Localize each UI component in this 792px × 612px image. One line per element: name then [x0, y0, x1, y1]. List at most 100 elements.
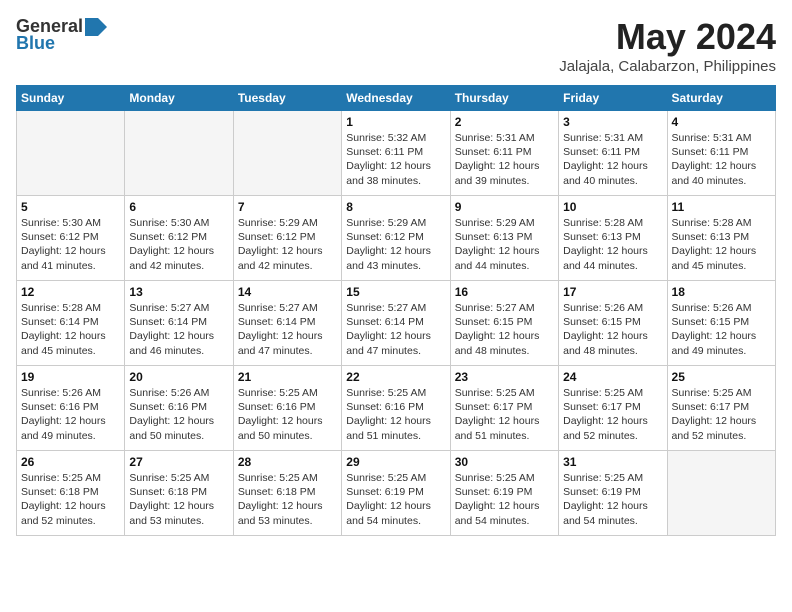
header-row: SundayMondayTuesdayWednesdayThursdayFrid… — [17, 86, 776, 111]
day-number: 6 — [129, 200, 228, 214]
day-info: Sunrise: 5:25 AMSunset: 6:19 PMDaylight:… — [563, 471, 662, 528]
day-info: Sunrise: 5:27 AMSunset: 6:14 PMDaylight:… — [238, 301, 337, 358]
week-row-4: 19 Sunrise: 5:26 AMSunset: 6:16 PMDayligh… — [17, 366, 776, 451]
day-info: Sunrise: 5:25 AMSunset: 6:19 PMDaylight:… — [346, 471, 445, 528]
day-info: Sunrise: 5:25 AMSunset: 6:16 PMDaylight:… — [346, 386, 445, 443]
day-info: Sunrise: 5:27 AMSunset: 6:14 PMDaylight:… — [346, 301, 445, 358]
calendar-cell — [233, 111, 341, 196]
day-number: 18 — [672, 285, 771, 299]
logo: General Blue — [16, 16, 107, 54]
calendar-cell: 21Sunrise: 5:25 AMSunset: 6:16 PMDayligh… — [233, 366, 341, 451]
calendar-cell: 5 Sunrise: 5:30 AMSunset: 6:12 PMDaylight… — [17, 196, 125, 281]
subtitle: Jalajala, Calabarzon, Philippines — [559, 58, 776, 75]
day-number: 27 — [129, 455, 228, 469]
day-number: 29 — [346, 455, 445, 469]
calendar-cell: 16 Sunrise: 5:27 AMSunset: 6:15 PMDayligh… — [450, 281, 558, 366]
title-area: May 2024 Jalajala, Calabarzon, Philippin… — [559, 16, 776, 75]
calendar-cell: 31Sunrise: 5:25 AMSunset: 6:19 PMDayligh… — [559, 451, 667, 536]
col-header-monday: Monday — [125, 86, 233, 111]
calendar-cell — [667, 451, 775, 536]
day-info: Sunrise: 5:31 AMSunset: 6:11 PMDaylight:… — [455, 131, 554, 188]
calendar-cell — [17, 111, 125, 196]
day-number: 8 — [346, 200, 445, 214]
day-number: 12 — [21, 285, 120, 299]
col-header-friday: Friday — [559, 86, 667, 111]
col-header-wednesday: Wednesday — [342, 86, 450, 111]
day-info: Sunrise: 5:27 AMSunset: 6:14 PMDaylight:… — [129, 301, 228, 358]
day-number: 5 — [21, 200, 120, 214]
day-number: 26 — [21, 455, 120, 469]
day-number: 13 — [129, 285, 228, 299]
day-info: Sunrise: 5:31 AMSunset: 6:11 PMDaylight:… — [672, 131, 771, 188]
day-number: 14 — [238, 285, 337, 299]
day-info: Sunrise: 5:28 AMSunset: 6:13 PMDaylight:… — [672, 216, 771, 273]
day-info: Sunrise: 5:25 AMSunset: 6:18 PMDaylight:… — [129, 471, 228, 528]
calendar-cell: 11 Sunrise: 5:28 AMSunset: 6:13 PMDayligh… — [667, 196, 775, 281]
day-info: Sunrise: 5:25 AMSunset: 6:18 PMDaylight:… — [238, 471, 337, 528]
calendar-cell — [125, 111, 233, 196]
calendar-cell: 28 Sunrise: 5:25 AMSunset: 6:18 PMDayligh… — [233, 451, 341, 536]
calendar-cell: 1 Sunrise: 5:32 AMSunset: 6:11 PMDaylight… — [342, 111, 450, 196]
calendar-cell: 13 Sunrise: 5:27 AMSunset: 6:14 PMDayligh… — [125, 281, 233, 366]
day-info: Sunrise: 5:32 AMSunset: 6:11 PMDaylight:… — [346, 131, 445, 188]
calendar-cell: 23 Sunrise: 5:25 AMSunset: 6:17 PMDayligh… — [450, 366, 558, 451]
day-number: 10 — [563, 200, 662, 214]
calendar-cell: 29 Sunrise: 5:25 AMSunset: 6:19 PMDayligh… — [342, 451, 450, 536]
day-info: Sunrise: 5:25 AMSunset: 6:18 PMDaylight:… — [21, 471, 120, 528]
calendar-cell: 26 Sunrise: 5:25 AMSunset: 6:18 PMDayligh… — [17, 451, 125, 536]
calendar-cell: 22 Sunrise: 5:25 AMSunset: 6:16 PMDayligh… — [342, 366, 450, 451]
day-number: 1 — [346, 115, 445, 129]
col-header-saturday: Saturday — [667, 86, 775, 111]
day-number: 7 — [238, 200, 337, 214]
main-title: May 2024 — [559, 16, 776, 58]
day-number: 28 — [238, 455, 337, 469]
day-number: 20 — [129, 370, 228, 384]
col-header-thursday: Thursday — [450, 86, 558, 111]
day-number: 19 — [21, 370, 120, 384]
day-number: 21 — [238, 370, 337, 384]
week-row-2: 5 Sunrise: 5:30 AMSunset: 6:12 PMDaylight… — [17, 196, 776, 281]
day-info: Sunrise: 5:29 AMSunset: 6:12 PMDaylight:… — [346, 216, 445, 273]
day-info: Sunrise: 5:28 AMSunset: 6:13 PMDaylight:… — [563, 216, 662, 273]
calendar: SundayMondayTuesdayWednesdayThursdayFrid… — [16, 85, 776, 536]
day-info: Sunrise: 5:28 AMSunset: 6:14 PMDaylight:… — [21, 301, 120, 358]
day-number: 24 — [563, 370, 662, 384]
day-info: Sunrise: 5:29 AMSunset: 6:12 PMDaylight:… — [238, 216, 337, 273]
day-number: 30 — [455, 455, 554, 469]
calendar-cell: 19Sunrise: 5:26 AMSunset: 6:16 PMDayligh… — [17, 366, 125, 451]
day-info: Sunrise: 5:25 AMSunset: 6:17 PMDaylight:… — [455, 386, 554, 443]
day-number: 3 — [563, 115, 662, 129]
week-row-3: 12 Sunrise: 5:28 AMSunset: 6:14 PMDayligh… — [17, 281, 776, 366]
day-number: 16 — [455, 285, 554, 299]
calendar-cell: 9 Sunrise: 5:29 AMSunset: 6:13 PMDaylight… — [450, 196, 558, 281]
calendar-cell: 6 Sunrise: 5:30 AMSunset: 6:12 PMDaylight… — [125, 196, 233, 281]
day-info: Sunrise: 5:26 AMSunset: 6:15 PMDaylight:… — [563, 301, 662, 358]
logo-icon — [85, 18, 107, 36]
day-info: Sunrise: 5:25 AMSunset: 6:19 PMDaylight:… — [455, 471, 554, 528]
day-number: 15 — [346, 285, 445, 299]
col-header-tuesday: Tuesday — [233, 86, 341, 111]
day-number: 11 — [672, 200, 771, 214]
day-info: Sunrise: 5:26 AMSunset: 6:16 PMDaylight:… — [129, 386, 228, 443]
logo-blue: Blue — [16, 33, 55, 54]
col-header-sunday: Sunday — [17, 86, 125, 111]
day-number: 2 — [455, 115, 554, 129]
day-number: 17 — [563, 285, 662, 299]
calendar-cell: 24Sunrise: 5:25 AMSunset: 6:17 PMDayligh… — [559, 366, 667, 451]
day-info: Sunrise: 5:30 AMSunset: 6:12 PMDaylight:… — [129, 216, 228, 273]
calendar-cell: 10 Sunrise: 5:28 AMSunset: 6:13 PMDayligh… — [559, 196, 667, 281]
day-info: Sunrise: 5:30 AMSunset: 6:12 PMDaylight:… — [21, 216, 120, 273]
calendar-cell: 17 Sunrise: 5:26 AMSunset: 6:15 PMDayligh… — [559, 281, 667, 366]
day-number: 9 — [455, 200, 554, 214]
day-info: Sunrise: 5:31 AMSunset: 6:11 PMDaylight:… — [563, 131, 662, 188]
day-info: Sunrise: 5:25 AMSunset: 6:17 PMDaylight:… — [672, 386, 771, 443]
calendar-cell: 14 Sunrise: 5:27 AMSunset: 6:14 PMDayligh… — [233, 281, 341, 366]
day-info: Sunrise: 5:29 AMSunset: 6:13 PMDaylight:… — [455, 216, 554, 273]
day-number: 25 — [672, 370, 771, 384]
calendar-cell: 8 Sunrise: 5:29 AMSunset: 6:12 PMDaylight… — [342, 196, 450, 281]
day-number: 23 — [455, 370, 554, 384]
day-info: Sunrise: 5:27 AMSunset: 6:15 PMDaylight:… — [455, 301, 554, 358]
week-row-5: 26 Sunrise: 5:25 AMSunset: 6:18 PMDayligh… — [17, 451, 776, 536]
day-number: 22 — [346, 370, 445, 384]
calendar-cell: 15 Sunrise: 5:27 AMSunset: 6:14 PMDayligh… — [342, 281, 450, 366]
